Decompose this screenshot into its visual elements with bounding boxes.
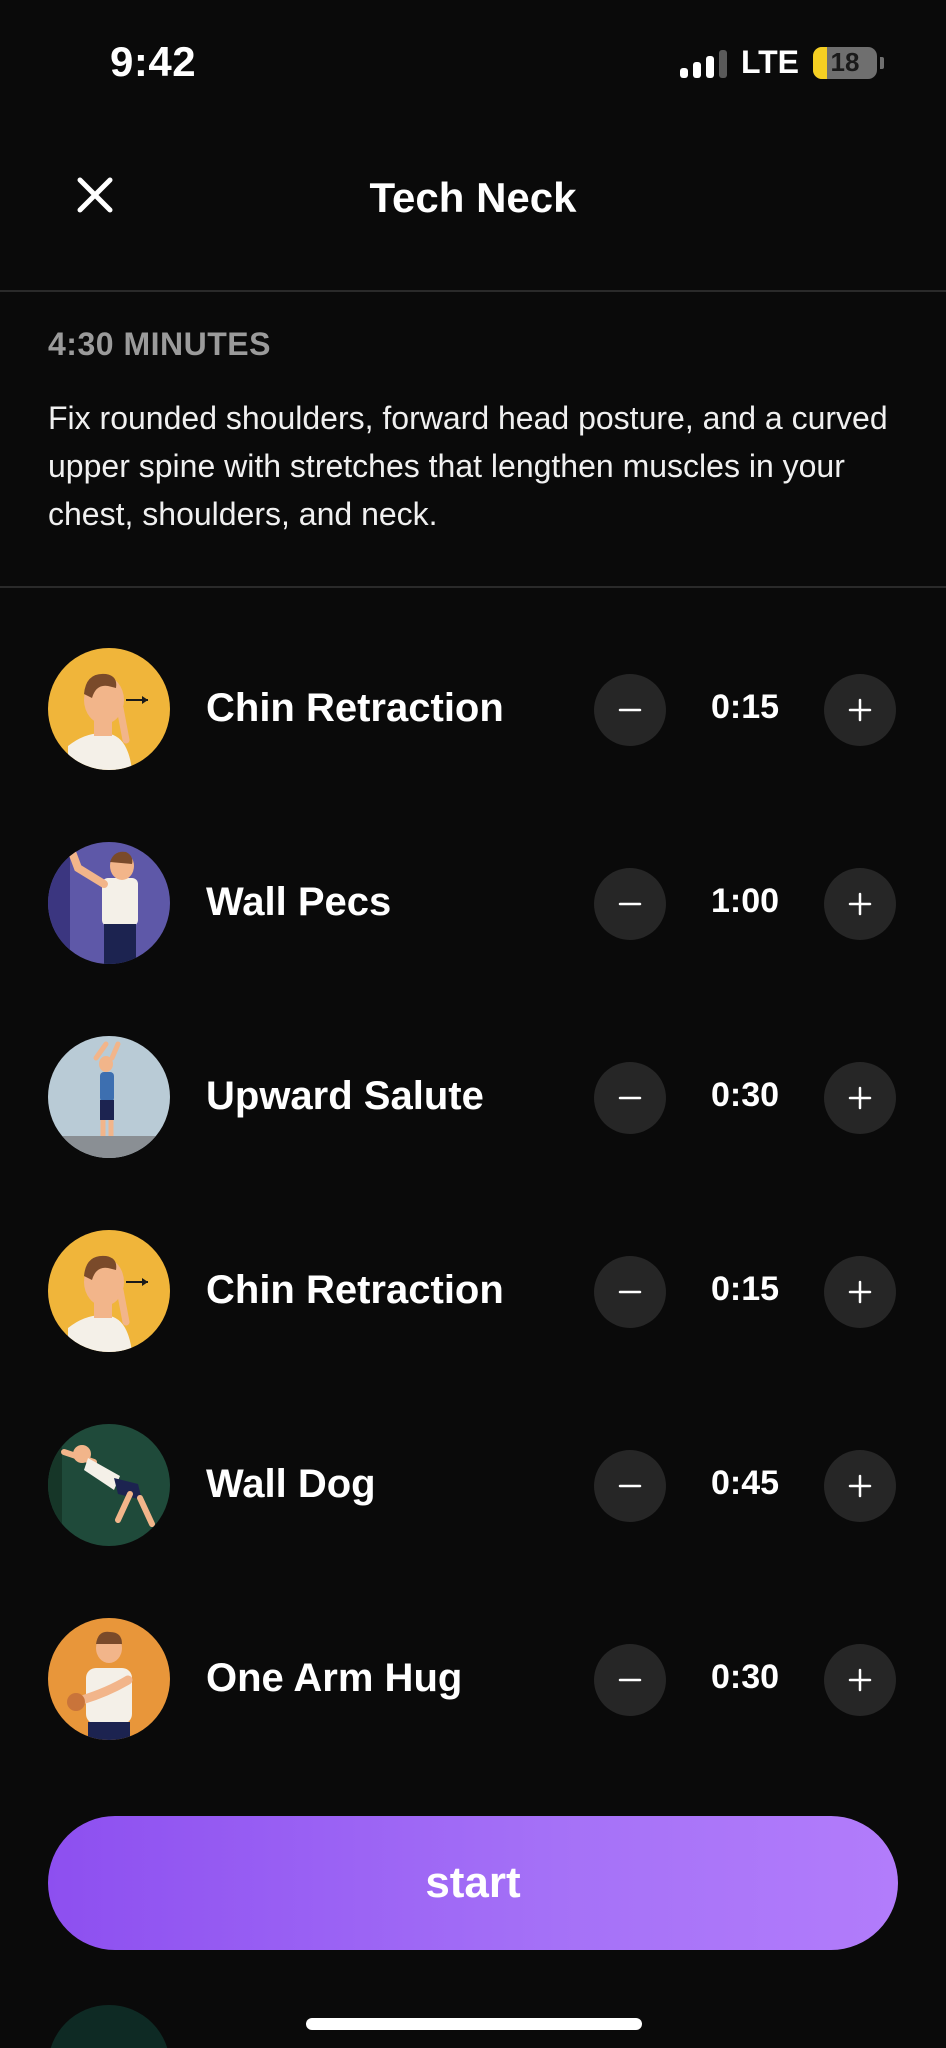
decrease-time-button[interactable] bbox=[594, 1256, 666, 1328]
screen: 9:42 LTE 18 Tech Neck 4:30 MINUTES Fix r… bbox=[0, 0, 946, 2048]
exercise-avatar-partial bbox=[48, 2005, 170, 2048]
battery-level: 18 bbox=[830, 47, 860, 77]
exercise-avatar-chin-retraction bbox=[48, 648, 170, 770]
plus-icon bbox=[848, 1474, 872, 1498]
exercise-list: Chin Retraction 0:15 Wall Pecs 1:00 Upwa… bbox=[0, 640, 946, 1804]
decrease-time-button[interactable] bbox=[594, 1644, 666, 1716]
exercise-row: Upward Salute 0:30 bbox=[0, 1028, 946, 1222]
header-divider bbox=[0, 290, 946, 292]
battery-icon: 18 bbox=[813, 46, 877, 79]
exercise-duration: 0:30 bbox=[710, 1076, 780, 1114]
page-title: Tech Neck bbox=[369, 174, 577, 221]
routine-duration: 4:30 MINUTES bbox=[48, 326, 271, 362]
minus-icon bbox=[618, 1678, 642, 1682]
exercise-duration: 1:00 bbox=[710, 882, 780, 920]
exercise-duration: 0:45 bbox=[710, 1464, 780, 1502]
increase-time-button[interactable] bbox=[824, 1256, 896, 1328]
chin-retraction-illustration-icon bbox=[48, 648, 170, 770]
exercise-avatar-wall-dog bbox=[48, 1424, 170, 1546]
exercise-name: Chin Retraction bbox=[206, 686, 504, 730]
minus-icon bbox=[618, 902, 642, 906]
plus-icon bbox=[848, 1668, 872, 1692]
decrease-time-button[interactable] bbox=[594, 674, 666, 746]
start-button[interactable]: start bbox=[48, 1816, 898, 1950]
exercise-avatar-chin-retraction bbox=[48, 1230, 170, 1352]
signal-icon bbox=[679, 48, 727, 78]
upward-salute-illustration-icon bbox=[48, 1036, 170, 1158]
plus-icon bbox=[848, 698, 872, 722]
decrease-time-button[interactable] bbox=[594, 868, 666, 940]
chin-retraction-illustration-icon bbox=[48, 1230, 170, 1352]
minus-icon bbox=[618, 1484, 642, 1488]
exercise-name: Wall Pecs bbox=[206, 880, 392, 924]
minus-icon bbox=[618, 1290, 642, 1294]
plus-icon bbox=[848, 892, 872, 916]
exercise-row: Wall Dog 0:45 bbox=[0, 1416, 946, 1610]
exercise-row: Chin Retraction 0:15 bbox=[0, 640, 946, 834]
status-indicators: LTE 18 bbox=[679, 44, 884, 81]
exercise-row: Chin Retraction 0:15 bbox=[0, 1222, 946, 1416]
exercise-avatar-upward-salute bbox=[48, 1036, 170, 1158]
increase-time-button[interactable] bbox=[824, 868, 896, 940]
increase-time-button[interactable] bbox=[824, 1062, 896, 1134]
one-arm-hug-illustration-icon bbox=[48, 1618, 170, 1740]
plus-icon bbox=[848, 1086, 872, 1110]
increase-time-button[interactable] bbox=[824, 1644, 896, 1716]
exercise-name: One Arm Hug bbox=[206, 1656, 463, 1700]
minus-icon bbox=[618, 1096, 642, 1100]
decrease-time-button[interactable] bbox=[594, 1450, 666, 1522]
battery-tip bbox=[880, 56, 884, 69]
increase-time-button[interactable] bbox=[824, 674, 896, 746]
network-type: LTE bbox=[740, 44, 799, 80]
exercise-row: Wall Pecs 1:00 bbox=[0, 834, 946, 1028]
wall-dog-illustration-icon bbox=[48, 1424, 170, 1546]
wall-pecs-illustration-icon bbox=[48, 842, 170, 964]
minus-icon bbox=[618, 708, 642, 712]
exercise-name: Wall Dog bbox=[206, 1462, 376, 1506]
home-indicator[interactable] bbox=[306, 2018, 642, 2030]
exercise-row: One Arm Hug 0:30 bbox=[0, 1610, 946, 1804]
exercise-avatar-wall-pecs bbox=[48, 842, 170, 964]
exercise-duration: 0:15 bbox=[710, 1270, 780, 1308]
plus-icon bbox=[848, 1280, 872, 1304]
routine-description: Fix rounded shoulders, forward head post… bbox=[48, 400, 888, 532]
exercise-name: Upward Salute bbox=[206, 1074, 484, 1118]
exercise-duration: 0:30 bbox=[710, 1658, 780, 1696]
exercise-avatar-one-arm-hug bbox=[48, 1618, 170, 1740]
decrease-time-button[interactable] bbox=[594, 1062, 666, 1134]
exercise-name: Chin Retraction bbox=[206, 1268, 504, 1312]
header: Tech Neck bbox=[0, 150, 946, 290]
summary-divider bbox=[0, 586, 946, 588]
exercise-duration: 0:15 bbox=[710, 688, 780, 726]
increase-time-button[interactable] bbox=[824, 1450, 896, 1522]
status-bar: 9:42 LTE 18 bbox=[0, 0, 946, 120]
status-time: 9:42 bbox=[110, 38, 197, 85]
